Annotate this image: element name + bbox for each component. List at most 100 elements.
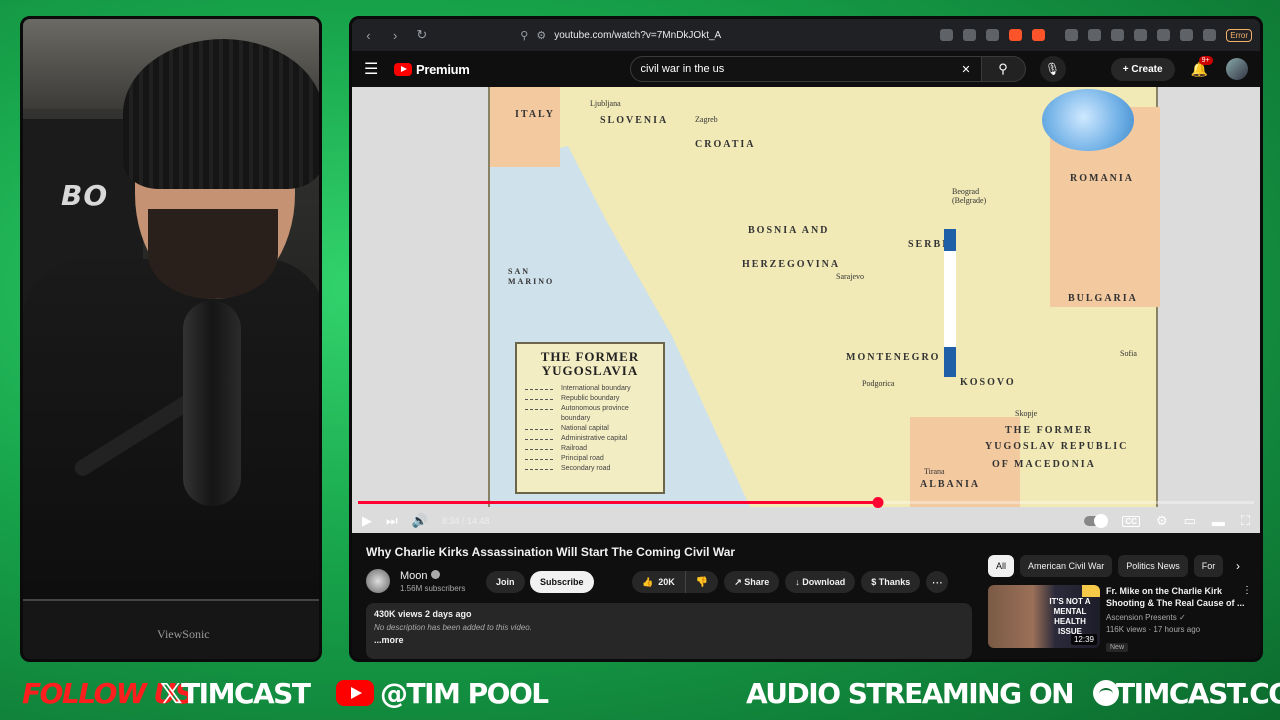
- youtube-logo-icon: [336, 680, 374, 706]
- chevron-right-icon[interactable]: ›: [1236, 559, 1240, 573]
- city-beograd: Beograd (Belgrade): [952, 187, 987, 205]
- filter-chips: All American Civil War Politics News For: [988, 555, 1256, 577]
- next-icon[interactable]: ⏭: [386, 513, 398, 529]
- youtube-logo[interactable]: Premium: [394, 62, 470, 77]
- voice-search-button[interactable]: 🎙: [1039, 56, 1066, 82]
- progress-scrubber[interactable]: [872, 497, 884, 508]
- fullscreen-icon[interactable]: ⛶: [1241, 513, 1250, 529]
- website-url: TIMCAST.COM: [1116, 676, 1280, 710]
- autoplay-toggle[interactable]: [1084, 514, 1109, 528]
- search-value: civil war in the us: [640, 63, 725, 75]
- map-label-yugoslav-republic: YUGOSLAV REPUBLIC: [985, 441, 1129, 452]
- italy-land: [490, 87, 560, 167]
- city-tirana: Tirana: [924, 467, 945, 476]
- channel-name[interactable]: Moon: [400, 569, 465, 582]
- webcam-feed: BO ViewSonic: [20, 16, 322, 662]
- map-highlight-bar: [944, 229, 956, 377]
- chip-for[interactable]: For: [1193, 555, 1224, 577]
- x-handle: 𝕏TIMCAST: [160, 676, 311, 710]
- kebab-menu-icon[interactable]: ⋮: [1242, 585, 1252, 596]
- channel-avatar[interactable]: [366, 569, 390, 593]
- chip-politics-news[interactable]: Politics News: [1118, 555, 1188, 577]
- miniplayer-icon[interactable]: ▭: [1184, 513, 1196, 529]
- address-bar[interactable]: ⚲ ⚙ youtube.com/watch?v=7MnDkJOkt_A: [520, 24, 930, 46]
- thanks-button[interactable]: $ Thanks: [861, 571, 921, 593]
- thanks-icon: $: [871, 577, 879, 587]
- reload-icon[interactable]: ↻: [414, 27, 431, 43]
- audio-streaming-text: AUDIO STREAMING ON: [746, 676, 1075, 710]
- puzzle-icon[interactable]: [1134, 29, 1148, 41]
- legend-title-line1: THE FORMER: [540, 349, 640, 364]
- menu-icon[interactable]: ☰: [364, 59, 388, 79]
- recommended-channel: Ascension Presents ✓: [1106, 612, 1246, 624]
- cast-icon[interactable]: [962, 29, 976, 41]
- create-button[interactable]: + Create: [1110, 57, 1175, 81]
- description-box[interactable]: 430K views 2 days ago No description has…: [366, 603, 972, 659]
- map-label-former: THE FORMER: [1005, 425, 1094, 436]
- time-display: 8:34 / 14:48: [441, 516, 490, 526]
- theater-mode-icon[interactable]: ▬: [1212, 514, 1225, 529]
- download-icon: ↓: [795, 577, 803, 587]
- join-button[interactable]: Join: [486, 571, 525, 593]
- map-label-bosnia: BOSNIA AND: [748, 225, 830, 236]
- subscribe-button[interactable]: Subscribe: [530, 571, 594, 593]
- forward-icon[interactable]: ›: [387, 28, 404, 43]
- share-icon[interactable]: [985, 29, 999, 41]
- video-details: Why Charlie Kirks Assassination Will Sta…: [352, 533, 1260, 659]
- recommended-video[interactable]: IT'S NOT A MENTAL HEALTH ISSUE 12:39 Fr.…: [988, 585, 1258, 654]
- channel-info: Moon 1.56M subscribers: [366, 569, 465, 593]
- presenter-torso: [23, 259, 319, 599]
- back-icon[interactable]: ‹: [360, 28, 377, 43]
- search-input[interactable]: civil war in the us ✕: [629, 56, 982, 82]
- sidebar-icon[interactable]: [1180, 29, 1194, 41]
- map-label-romania: ROMANIA: [1070, 173, 1134, 184]
- captions-icon[interactable]: CC: [1122, 515, 1140, 527]
- yugoslavia-map: ITALY SLOVENIA CROATIA BOSNIA AND HERZEG…: [488, 87, 1160, 507]
- account-avatar[interactable]: [1226, 58, 1248, 80]
- dislike-button[interactable]: 👎: [686, 571, 718, 593]
- browser-toolbar: ‹ › ↻ ⚲ ⚙ youtube.com/watch?v=7MnDkJOkt_…: [352, 19, 1260, 51]
- map-legend: THE FORMER YUGOSLAVIA International boun…: [515, 342, 665, 494]
- volume-icon[interactable]: 🔊: [412, 513, 428, 529]
- video-duration: 12:39: [1070, 634, 1097, 645]
- media-icon[interactable]: [1157, 29, 1171, 41]
- extension-icon[interactable]: [1088, 29, 1102, 41]
- desk-monitor: ViewSonic: [23, 599, 319, 659]
- extension-icon[interactable]: [1111, 29, 1125, 41]
- video-player[interactable]: ITALY SLOVENIA CROATIA BOSNIA AND HERZEG…: [352, 87, 1260, 533]
- wallet-icon[interactable]: [1203, 29, 1217, 41]
- settings-gear-icon[interactable]: ⚙: [1156, 513, 1168, 529]
- site-info-icon[interactable]: ⚙: [536, 29, 546, 42]
- brave-rewards-icon[interactable]: [1031, 29, 1045, 41]
- create-label: Create: [1131, 63, 1163, 75]
- chip-all[interactable]: All: [988, 555, 1015, 577]
- progress-bar[interactable]: [358, 497, 1254, 508]
- video-actions: 👍 20K 👎 ↗ Share ↓ Download $ Thanks ⋯: [632, 571, 949, 593]
- show-more-link[interactable]: ...more: [374, 635, 964, 645]
- city-sarajevo: Sarajevo: [836, 272, 864, 281]
- youtube-handle-text: @TIM POOL: [380, 676, 549, 710]
- share-button[interactable]: ↗ Share: [724, 571, 780, 593]
- recommended-thumbnail[interactable]: IT'S NOT A MENTAL HEALTH ISSUE 12:39: [988, 585, 1100, 648]
- thumbnail-corner-badge: [1082, 585, 1100, 597]
- logo-text: Premium: [416, 61, 470, 77]
- notifications-button[interactable]: 🔔 9+: [1191, 55, 1213, 78]
- play-icon[interactable]: ▶: [362, 513, 372, 529]
- extension-icon[interactable]: [1064, 29, 1079, 41]
- bookmark-icon[interactable]: ⚲: [520, 29, 528, 42]
- description-text: No description has been added to this vi…: [374, 623, 532, 632]
- map-label-italy: ITALY: [515, 109, 556, 120]
- x-logo-icon: 𝕏: [160, 676, 183, 710]
- verified-icon: ✓: [1178, 613, 1186, 622]
- more-actions-button[interactable]: ⋯: [926, 571, 949, 593]
- legend-title-line2: YUGOSLAVIA: [541, 363, 639, 378]
- error-badge[interactable]: Error: [1226, 28, 1252, 42]
- like-button[interactable]: 👍 20K: [632, 571, 686, 593]
- brave-shield-icon[interactable]: [1008, 29, 1022, 41]
- search-button[interactable]: ⚲: [981, 56, 1026, 82]
- clear-search-icon[interactable]: ✕: [961, 63, 970, 76]
- chip-american-civil-war[interactable]: American Civil War: [1020, 555, 1113, 577]
- mute-icon[interactable]: [939, 29, 953, 41]
- download-button[interactable]: ↓ Download: [785, 571, 856, 593]
- recommended-title[interactable]: Fr. Mike on the Charlie Kirk Shooting & …: [1106, 585, 1246, 609]
